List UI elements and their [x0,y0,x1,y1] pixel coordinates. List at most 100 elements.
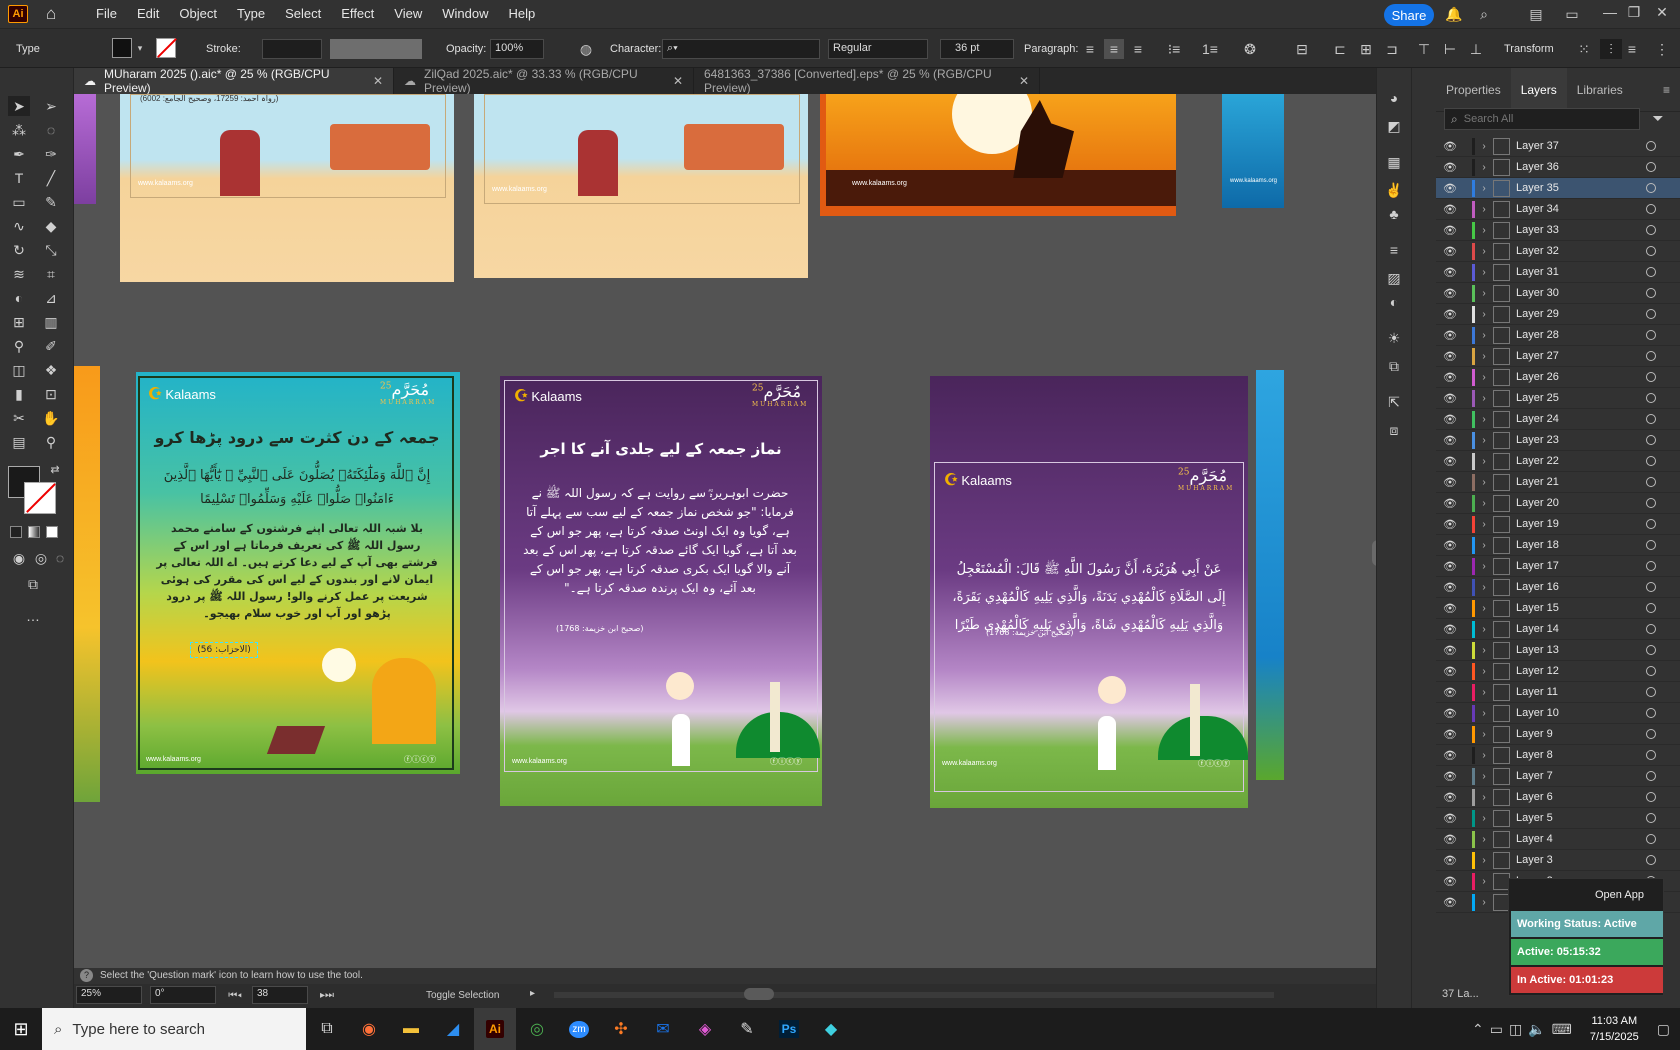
expand-chevron-icon[interactable]: › [1475,477,1493,488]
pen-tool-icon[interactable]: ✒ [8,144,30,164]
visibility-eye-icon[interactable]: 👁 [1436,266,1464,279]
question-mark-icon[interactable]: ? [80,969,93,982]
target-circle-icon[interactable] [1646,288,1656,298]
open-app-link[interactable]: Open App [1595,889,1644,901]
type-tool-icon[interactable]: T [8,168,30,188]
expand-chevron-icon[interactable]: › [1475,162,1493,173]
layer-row[interactable]: 👁 › Layer 12 [1436,661,1680,682]
zoom-app-icon[interactable]: zm [558,1008,600,1050]
font-family-field[interactable]: ⌕▾ [662,39,820,59]
visibility-eye-icon[interactable]: 👁 [1436,203,1464,216]
layer-row[interactable]: 👁 › Layer 32 [1436,241,1680,262]
visibility-eye-icon[interactable]: 👁 [1436,371,1464,384]
chrome-icon[interactable]: ◎ [516,1008,558,1050]
target-circle-icon[interactable] [1646,393,1656,403]
visibility-eye-icon[interactable]: 👁 [1436,875,1464,888]
stroke-swatch[interactable] [156,38,177,58]
target-circle-icon[interactable] [1646,624,1656,634]
expand-chevron-icon[interactable]: › [1475,204,1493,215]
gallery-icon[interactable]: ◈ [684,1008,726,1050]
visibility-eye-icon[interactable]: 👁 [1436,287,1464,300]
artboard-partial-right[interactable]: www.kalaams.org [1222,94,1284,208]
layer-row[interactable]: 👁 › Layer 30 [1436,283,1680,304]
color-guide-icon[interactable]: ◩ [1383,116,1405,136]
rotate-tool-icon[interactable]: ↻ [8,240,30,260]
close-icon[interactable]: ✕ [1652,2,1672,22]
gradient-panel-icon[interactable]: ▨ [1383,268,1405,288]
layer-row[interactable]: 👁 › Layer 11 [1436,682,1680,703]
target-circle-icon[interactable] [1646,519,1656,529]
measure-icon[interactable]: ✐ [40,336,62,356]
export-icon[interactable]: ⇱ [1383,392,1405,412]
target-circle-icon[interactable] [1646,708,1656,718]
visibility-eye-icon[interactable]: 👁 [1436,434,1464,447]
gradient-tool-icon[interactable]: ▥ [40,312,62,332]
menu-view[interactable]: View [384,0,432,28]
layer-search-box[interactable]: ⌕ [1444,108,1640,130]
expand-chevron-icon[interactable]: › [1475,876,1493,887]
align-right-icon[interactable]: ≡ [1128,39,1148,59]
edit-toolbar-icon[interactable]: … [22,606,44,626]
outlook-icon[interactable]: ✉ [642,1008,684,1050]
menu-object[interactable]: Object [169,0,227,28]
xampp-icon[interactable]: ✣ [600,1008,642,1050]
bell-icon[interactable]: 🔔 [1444,4,1464,24]
photoshop-icon[interactable]: Ps [768,1008,810,1050]
align-top-icon[interactable]: ⊤ [1414,39,1434,59]
shape-builder-icon[interactable]: ◐ [8,288,30,308]
print-tiling-icon[interactable]: ▤ [8,432,30,452]
layer-row[interactable]: 👁 › Layer 37 [1436,136,1680,157]
target-circle-icon[interactable] [1646,645,1656,655]
expand-chevron-icon[interactable]: › [1475,141,1493,152]
menu-file[interactable]: File [86,0,127,28]
stroke-color-swatch[interactable] [24,482,56,514]
expand-chevron-icon[interactable]: › [1475,414,1493,425]
target-circle-icon[interactable] [1646,351,1656,361]
target-circle-icon[interactable] [1646,687,1656,697]
target-circle-icon[interactable] [1646,771,1656,781]
target-circle-icon[interactable] [1646,540,1656,550]
eraser-icon[interactable]: ◆ [40,216,62,236]
visibility-eye-icon[interactable]: 👁 [1436,182,1464,195]
target-circle-icon[interactable] [1646,477,1656,487]
paintbrush-icon[interactable]: ✎ [40,192,62,212]
visibility-eye-icon[interactable]: 👁 [1436,833,1464,846]
direct-selection-tool-icon[interactable]: ➢ [40,96,62,116]
vscode-icon[interactable]: ◢ [432,1008,474,1050]
align-left-edge-icon[interactable]: ⊏ [1330,39,1350,59]
visibility-eye-icon[interactable]: 👁 [1436,749,1464,762]
none-mode-icon[interactable] [46,526,58,538]
color-mode-icon[interactable] [10,526,22,538]
layer-row[interactable]: 👁 › Layer 16 [1436,577,1680,598]
mesh-tool-icon[interactable]: ⊞ [8,312,30,332]
close-tab-icon[interactable]: ✕ [673,74,683,88]
zoom-field[interactable]: 25% [76,986,142,1004]
align-h-center-icon[interactable]: ⊞ [1356,39,1376,59]
tab-converted-eps[interactable]: 6481363_37386 [Converted].eps* @ 25 % (R… [694,67,1040,95]
visibility-eye-icon[interactable]: 👁 [1436,623,1464,636]
chevron-down-icon[interactable]: ▾ [134,38,146,58]
keyboard-icon[interactable]: ⌨ [1552,1019,1572,1039]
align-left-icon[interactable]: ≡ [1080,39,1100,59]
layer-row[interactable]: 👁 › Layer 6 [1436,787,1680,808]
tab-muharam[interactable]: ☁ MUharam 2025 ().aic* @ 25 % (RGB/CPU P… [74,67,394,95]
filter-icon[interactable]: ⏷ [1648,108,1668,128]
target-circle-icon[interactable] [1646,309,1656,319]
visibility-eye-icon[interactable]: 👁 [1436,686,1464,699]
visibility-eye-icon[interactable]: 👁 [1436,665,1464,678]
eyedropper-icon[interactable]: ⚲ [8,336,30,356]
blend-tool-icon[interactable]: ◫ [8,360,30,380]
stroke-weight-field[interactable] [262,39,322,59]
layer-row[interactable]: 👁 › Layer 22 [1436,451,1680,472]
expand-chevron-icon[interactable]: › [1475,498,1493,509]
rotation-field[interactable]: 0° [150,986,216,1004]
more-icon[interactable]: ⋮ [1652,39,1672,59]
expand-chevron-icon[interactable]: › [1475,435,1493,446]
brushes-icon[interactable]: ✌ [1383,180,1405,200]
artboard-tool-icon[interactable]: ⊡ [40,384,62,404]
workspace-icon[interactable]: ▤ [1526,4,1546,24]
artboard-partial-left[interactable] [74,94,96,204]
expand-chevron-icon[interactable]: › [1475,246,1493,257]
expand-chevron-icon[interactable]: › [1475,666,1493,677]
layer-row[interactable]: 👁 › Layer 4 [1436,829,1680,850]
